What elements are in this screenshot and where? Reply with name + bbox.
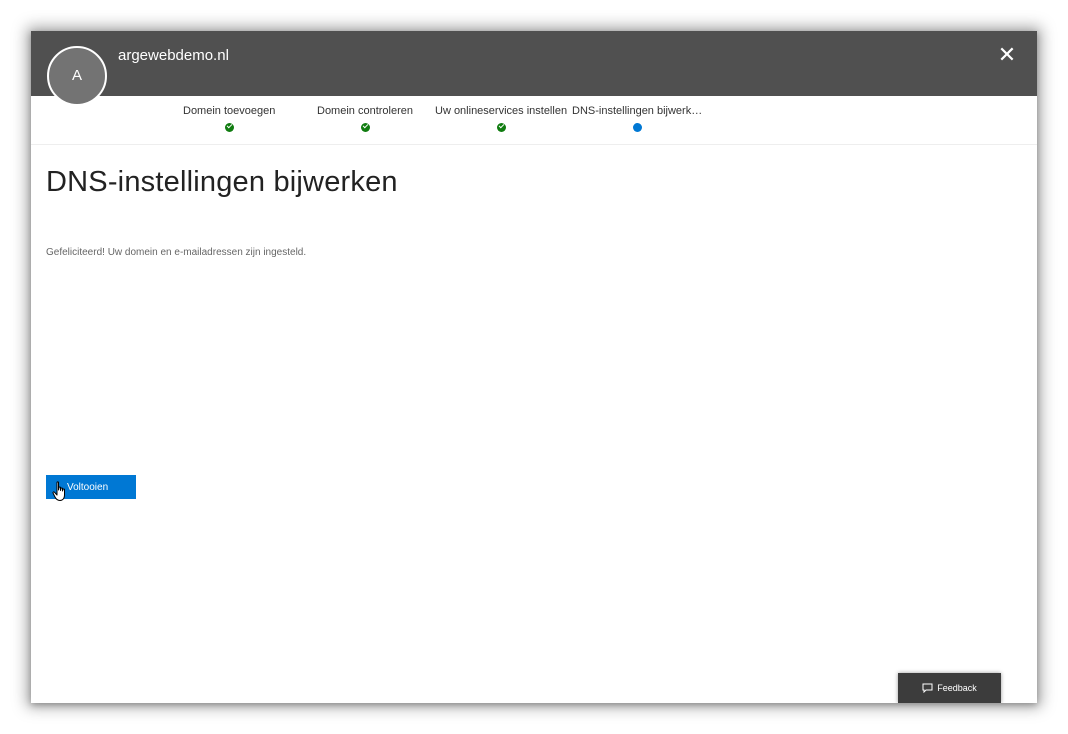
step-label: Uw onlineservices instellen (435, 105, 568, 117)
feedback-button[interactable]: Feedback (898, 673, 1001, 703)
close-icon: ✕ (997, 42, 1017, 67)
step-label: Domein controleren (317, 105, 413, 117)
step-domein-toevoegen[interactable]: Domein toevoegen (183, 104, 275, 132)
step-complete-icon (496, 123, 506, 132)
step-label: DNS-instellingen bijwerk… (572, 105, 703, 117)
step-domein-controleren[interactable]: Domein controleren (317, 104, 413, 132)
page-title: DNS-instellingen bijwerken (46, 166, 398, 198)
step-label: Domein toevoegen (183, 105, 276, 117)
step-current-icon (632, 123, 642, 132)
domain-title: argewebdemo.nl (118, 47, 229, 64)
step-complete-icon (224, 123, 234, 132)
comment-icon (922, 683, 933, 693)
hand-cursor-icon (52, 481, 65, 501)
step-onlineservices-instellen[interactable]: Uw onlineservices instellen (435, 104, 567, 132)
title-bar: argewebdemo.nl ✕ (31, 31, 1037, 96)
setup-wizard-window: argewebdemo.nl ✕ A Domein toevoegen Dome… (31, 31, 1037, 703)
feedback-label: Feedback (937, 683, 977, 693)
close-button[interactable]: ✕ (995, 43, 1019, 67)
step-complete-icon (360, 123, 370, 132)
avatar: A (47, 46, 107, 106)
success-message: Gefeliciteerd! Uw domein en e-mailadress… (46, 247, 307, 258)
progress-stepper: Domein toevoegen Domein controleren Uw o… (31, 96, 1037, 145)
step-dns-instellingen-bijwerken[interactable]: DNS-instellingen bijwerk… (572, 104, 702, 132)
